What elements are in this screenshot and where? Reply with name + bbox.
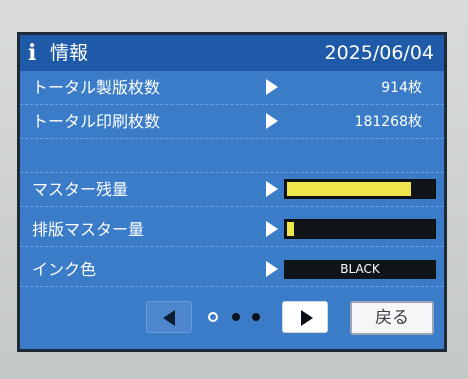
- page-dot-3: [252, 313, 260, 321]
- play-arrow-icon: [266, 261, 278, 277]
- lcd-screen: i 情報 2025/06/04 トータル製版枚数 914枚 トータル印刷枚数 1…: [17, 32, 447, 352]
- previous-page-button[interactable]: [146, 301, 192, 333]
- row-ink-color: インク色 BLACK: [20, 255, 444, 287]
- info-icon: i: [28, 40, 37, 66]
- title-bar: i 情報 2025/06/04: [20, 35, 444, 71]
- play-arrow-icon: [266, 113, 278, 129]
- date-display: 2025/06/04: [324, 42, 434, 64]
- back-button[interactable]: 戻る: [350, 301, 434, 335]
- screen-title: 情報: [50, 42, 89, 64]
- right-arrow-icon: [301, 310, 313, 326]
- row-label-ink-color: インク色: [32, 260, 97, 279]
- row-value-total-prints: 181268枚: [354, 114, 422, 130]
- row-total-prints: トータル印刷枚数 181268枚: [20, 107, 444, 139]
- device-bezel: i 情報 2025/06/04 トータル製版枚数 914枚 トータル印刷枚数 1…: [0, 0, 468, 379]
- master-remaining-gauge: [284, 179, 436, 199]
- row-value-total-masters: 914枚: [381, 80, 422, 96]
- play-arrow-icon: [266, 79, 278, 95]
- page-dot-1: [208, 312, 218, 322]
- play-arrow-icon: [266, 221, 278, 237]
- disposal-box-fill: [287, 222, 294, 236]
- master-remaining-fill: [287, 182, 411, 196]
- play-arrow-icon: [266, 181, 278, 197]
- next-page-button[interactable]: [282, 301, 328, 333]
- row-label-disposal-box: 排版マスター量: [32, 220, 145, 239]
- left-arrow-icon: [163, 310, 175, 326]
- row-disposal-box: 排版マスター量: [20, 215, 444, 247]
- row-label-total-prints: トータル印刷枚数: [32, 112, 161, 131]
- ink-color-value: BLACK: [284, 260, 436, 279]
- row-empty: [20, 141, 444, 173]
- disposal-box-gauge: [284, 219, 436, 239]
- bottom-navigation: 戻る: [20, 297, 444, 349]
- page-dot-2: [232, 313, 240, 321]
- row-label-master-remaining: マスター残量: [32, 180, 129, 199]
- row-master-remaining: マスター残量: [20, 175, 444, 207]
- row-total-masters: トータル製版枚数 914枚: [20, 73, 444, 105]
- row-label-total-masters: トータル製版枚数: [32, 78, 161, 97]
